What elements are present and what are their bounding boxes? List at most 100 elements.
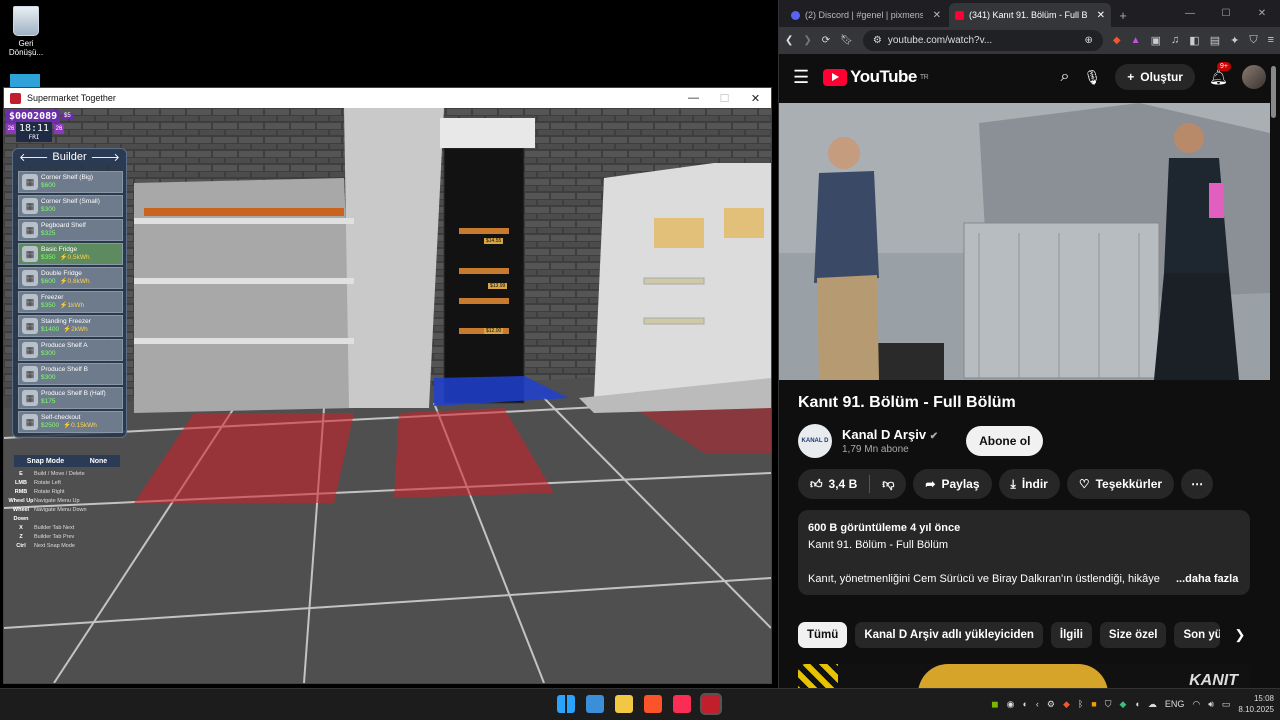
tab-youtube[interactable]: (341) Kanıt 91. Bölüm - Full B ✕ <box>949 3 1111 27</box>
app-tray-icon[interactable]: ■ <box>1091 699 1096 709</box>
chip-related[interactable]: İlgili <box>1050 622 1092 648</box>
recycle-bin-shortcut[interactable]: Geri Dönüşü... <box>6 4 46 57</box>
chip-uploader[interactable]: Kanal D Arşiv adlı yükleyiciden <box>855 622 1043 648</box>
search-icon[interactable]: ⌕ <box>1061 68 1070 86</box>
vpn-icon[interactable]: ⛉ <box>1249 34 1257 47</box>
zoom-icon[interactable]: ⊕ <box>1084 35 1092 46</box>
notifications-button[interactable]: 🔔︎ 9+ <box>1209 62 1231 86</box>
guide-menu-icon[interactable]: ☰ <box>793 67 809 88</box>
account-avatar[interactable] <box>1242 65 1266 89</box>
new-tab-button[interactable]: + <box>1113 5 1133 27</box>
chip-recent[interactable]: Son yü <box>1174 622 1221 648</box>
back-icon[interactable]: ❮ <box>785 35 793 46</box>
thanks-button[interactable]: ♡ Teşekkürler <box>1066 469 1175 499</box>
battery-icon[interactable]: ▭ <box>1222 699 1231 710</box>
brave-browser-icon[interactable] <box>644 695 662 713</box>
settings-tray-icon[interactable]: ⚙ <box>1047 699 1055 710</box>
builder-item[interactable]: ▦ Produce Shelf B (Half) $175 <box>18 387 123 409</box>
xbox-icon[interactable]: ◉ <box>1007 699 1015 710</box>
taskbar-clock[interactable]: 15:08 8.10.2025 <box>1238 693 1274 715</box>
chip-all[interactable]: Tümü <box>798 622 848 648</box>
tab-close-icon[interactable]: ✕ <box>1097 10 1105 21</box>
clock-display: 18:11 FRI <box>16 122 52 142</box>
clock-day: FRI <box>28 134 40 141</box>
scrollbar-thumb[interactable] <box>1271 66 1276 118</box>
gallery-icon[interactable] <box>586 695 604 713</box>
browser-minimize-button[interactable]: — <box>1172 0 1208 27</box>
supermarket-game-icon[interactable] <box>700 693 722 715</box>
more-actions-button[interactable]: ⋯ <box>1181 469 1214 499</box>
bluetooth-icon[interactable]: ᛒ <box>1078 699 1083 709</box>
builder-item[interactable]: ▦ Corner Shelf (Big) $600 <box>18 171 123 193</box>
leo-ai-icon[interactable]: ✦ <box>1230 34 1239 47</box>
builder-item[interactable]: ▦ Freezer $350 ⚡1kWh <box>18 291 123 313</box>
builder-item[interactable]: ▦ Standing Freezer $1400 ⚡2kWh <box>18 315 123 337</box>
page-scrollbar[interactable] <box>1271 62 1276 682</box>
defender-icon[interactable]: ⛉ <box>1105 699 1112 710</box>
subscribe-button[interactable]: Abone ol <box>966 426 1044 456</box>
speaker-icon[interactable]: 🔊︎ <box>1208 699 1214 710</box>
description-box[interactable]: 600 B görüntüleme 4 yıl önce Kanıt 91. B… <box>798 510 1250 595</box>
chips-next-icon[interactable]: ❯ <box>1234 627 1245 643</box>
steam-icon[interactable]: ◐ <box>1022 699 1027 709</box>
builder-item-name: Standing Freezer <box>41 318 91 325</box>
video-player[interactable] <box>779 103 1270 380</box>
prev-tab-arrow-icon[interactable]: 🡐 <box>19 150 49 164</box>
brave-rewards-icon[interactable]: ▲ <box>1131 35 1141 46</box>
volume-tray-icon[interactable]: ◖ <box>1134 699 1139 709</box>
browser-close-button[interactable]: ✕ <box>1244 0 1280 27</box>
next-tab-arrow-icon[interactable]: 🡒 <box>91 150 121 164</box>
wallet-icon[interactable]: ▤ <box>1210 34 1220 47</box>
builder-item[interactable]: ▦ Produce Shelf A $300 <box>18 339 123 361</box>
file-explorer-icon[interactable] <box>615 695 633 713</box>
vpn-tray-icon[interactable]: ◆ <box>1119 699 1126 710</box>
cloud-icon[interactable]: ☁ <box>1148 699 1157 710</box>
browser-maximize-button[interactable]: ☐ <box>1208 0 1244 27</box>
tab-discord[interactable]: (2) Discord | #genel | pixmens ✕ <box>785 3 947 27</box>
tab-close-icon[interactable]: ✕ <box>933 10 941 21</box>
language-icon[interactable]: ENG <box>1165 699 1185 709</box>
snap-mode-bar[interactable]: Snap Mode None <box>14 455 120 467</box>
builder-item[interactable]: ▦ Basic Fridge $350 ⚡0.5kWh <box>18 243 123 265</box>
chip-for-you[interactable]: Size özel <box>1099 622 1167 648</box>
builder-item[interactable]: ▦ Pegboard Shelf $325 <box>18 219 123 241</box>
builder-item-price: $350 <box>41 254 56 261</box>
maximize-button[interactable]: ☐ <box>709 88 740 108</box>
youtube-logo[interactable]: YouTube TR <box>823 67 929 87</box>
brave-shield-icon[interactable]: ◆ <box>1113 35 1121 46</box>
channel-avatar[interactable]: KANAL D <box>798 424 832 458</box>
share-button[interactable]: ➦ Paylaş <box>913 469 992 499</box>
sidebar-icon[interactable]: ◧ <box>1189 34 1199 47</box>
desktop-shortcut-icon[interactable] <box>10 74 40 88</box>
minimize-button[interactable]: — <box>678 88 709 108</box>
like-icon[interactable]: 👍︎ <box>810 477 823 492</box>
address-bar[interactable]: ⚙ youtube.com/watch?v... ⊕ <box>862 30 1103 51</box>
builder-item[interactable]: ▦ Produce Shelf B $300 <box>18 363 123 385</box>
extensions-icon[interactable]: ▣ <box>1151 34 1161 47</box>
music-app-icon[interactable] <box>673 695 691 713</box>
game-viewport[interactable]: $0002089 $5 26 18:11 FRI 26 🡐 Builder 🡒 … <box>4 108 771 683</box>
forward-icon[interactable]: ❯ <box>803 35 811 46</box>
show-more-link[interactable]: ...daha fazla <box>1176 571 1238 588</box>
microphone-icon[interactable]: 🎙︎ <box>1083 69 1101 86</box>
windows-start-icon[interactable] <box>557 695 575 713</box>
builder-item[interactable]: ▦ Corner Shelf (Small) $300 <box>18 195 123 217</box>
close-button[interactable]: ✕ <box>740 88 771 108</box>
nvidia-icon[interactable]: ◼ <box>991 699 998 710</box>
site-info-icon[interactable]: ⚙ <box>873 35 882 46</box>
price-tag: $14.55 <box>484 238 504 244</box>
media-icon[interactable]: ♫ <box>1171 34 1179 47</box>
arrow-icon[interactable]: ‹ <box>1036 699 1039 709</box>
brave-tray-icon[interactable]: ◆ <box>1063 699 1070 710</box>
builder-item[interactable]: ▦ Double Fridge $600 ⚡0.8kWh <box>18 267 123 289</box>
channel-name[interactable]: Kanal D Arşiv ✔ <box>842 427 938 442</box>
bookmark-icon[interactable]: 🔖︎ <box>840 35 853 46</box>
download-button[interactable]: ⤓ İndir <box>998 469 1060 499</box>
like-count[interactable]: 3,4 B <box>829 477 858 491</box>
wifi-icon[interactable]: ◠ <box>1192 699 1200 710</box>
reload-icon[interactable]: ⟳ <box>822 35 830 46</box>
dislike-icon[interactable]: 👎︎ <box>882 477 894 492</box>
builder-item[interactable]: ▦ Self-checkout $2500 ⚡0.15kWh <box>18 411 123 433</box>
create-button[interactable]: + Oluştur <box>1115 64 1195 90</box>
menu-icon[interactable]: ≡ <box>1268 34 1274 47</box>
